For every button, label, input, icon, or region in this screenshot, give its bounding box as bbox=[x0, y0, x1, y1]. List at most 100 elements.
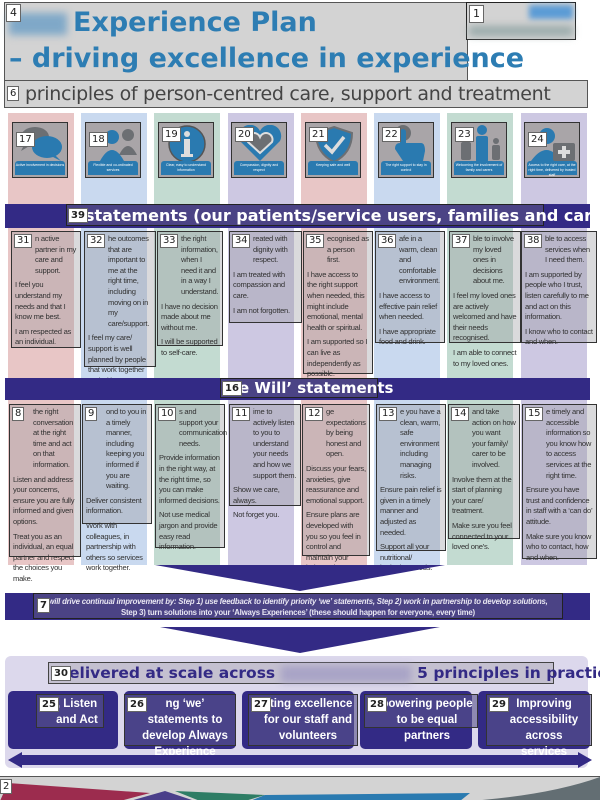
card-tag: 35 bbox=[306, 234, 325, 248]
principle-caption: Clear, easy to understand information bbox=[161, 161, 211, 175]
region-tag: 39 bbox=[68, 208, 88, 223]
practice-tag: 29 bbox=[489, 697, 509, 712]
card-tag: 37 bbox=[452, 234, 471, 248]
double-arrow bbox=[8, 752, 592, 768]
practice-label: 28 powering people to be equal partners bbox=[364, 694, 478, 742]
principle-tag: 23 bbox=[455, 127, 474, 142]
statement-text: I am supported by people who I trust, li… bbox=[525, 269, 589, 322]
principle-tag: 22 bbox=[382, 127, 401, 142]
principle-tile: 18 Flexible and co-ordinated services bbox=[85, 122, 141, 178]
practice-label: 29 Improving accessibility across service… bbox=[486, 694, 592, 758]
statement-text: I am treated with compassion and care. bbox=[233, 269, 285, 300]
principle-caption: Active involvement in decisions bbox=[15, 161, 65, 175]
statement-text: I have no decision made about me without… bbox=[161, 301, 218, 332]
down-arrow bbox=[155, 565, 445, 591]
card-tag: 36 bbox=[378, 234, 397, 248]
title-box: 4 Experience Plan – driving excellence i… bbox=[4, 2, 524, 84]
principle-caption: Compassion, dignity and respect bbox=[234, 161, 284, 175]
statement-text: I am respected as an individual. bbox=[15, 326, 72, 347]
statement-text: Listen and address your concerns, ensure… bbox=[13, 474, 75, 526]
logo: 1 bbox=[466, 2, 576, 40]
principles-heading: 6 principles of person-centred care, sup… bbox=[4, 80, 588, 108]
card-tag: 33 bbox=[160, 234, 179, 248]
statement-text: I feel my loved ones are actively welcom… bbox=[453, 290, 517, 343]
statement-text: Discuss your fears, anxieties, give reas… bbox=[306, 463, 366, 505]
delivery-title-end: 5 principles in practice bbox=[417, 664, 600, 682]
practice-label: 25, Listen and Act bbox=[36, 694, 104, 728]
card-tag: 14 bbox=[451, 407, 470, 421]
statement-card: 9 ond to you in a timely manner, includin… bbox=[82, 404, 152, 572]
statement-text: Ensure pain relief is given in a timely … bbox=[380, 485, 442, 537]
down-arrow bbox=[160, 627, 440, 653]
card-tag: 38 bbox=[524, 234, 543, 248]
principle-tag: 24 bbox=[528, 132, 547, 147]
practice-label: 27 ating excellence for our staff and vol… bbox=[248, 694, 358, 746]
region-tag: 7 bbox=[37, 598, 50, 613]
card-tag: 9 bbox=[85, 407, 98, 421]
region-tag: 16 bbox=[222, 381, 242, 396]
statement-text: Not forget you. bbox=[233, 510, 280, 520]
statement-card: 37 ble to involve my loved ones in decisi… bbox=[449, 231, 521, 368]
practice-label: 26 ng ‘we’ statements to develop Always E… bbox=[124, 694, 236, 758]
logo-mark bbox=[529, 5, 573, 19]
statement-card: 12 ge expectations by being honest and op… bbox=[302, 404, 370, 572]
principle-caption: Keeping safe and well bbox=[308, 161, 358, 175]
we-will-title: e Will’ statements bbox=[239, 379, 394, 397]
statement-text: I know who to contact and when. bbox=[525, 326, 593, 347]
statement-text: Show we care, always. bbox=[233, 485, 280, 505]
principle-caption: Flexible and co-ordinated services bbox=[88, 161, 138, 175]
principle-tag: 17 bbox=[16, 132, 35, 147]
statement-text: Treat you as an individual, an equal par… bbox=[13, 531, 75, 583]
statement-text: I am able to connect to my loved ones. bbox=[453, 347, 517, 368]
improvement-line-2: Step 3) turn solutions into your ‘Always… bbox=[121, 608, 475, 617]
principle-tile: 22 The right support to stay in control bbox=[378, 122, 434, 178]
principle-tag: 20 bbox=[235, 127, 254, 142]
card-tag: 10 bbox=[158, 407, 177, 421]
card-tag: 34 bbox=[232, 234, 251, 248]
card-tag: 15 bbox=[525, 407, 544, 421]
principle-tile: 24 Access to the right care, at the righ… bbox=[524, 122, 580, 178]
page-subtitle: – driving excellence in experience bbox=[9, 43, 525, 74]
statement-card: 11 ime to actively listen to you to under… bbox=[229, 404, 301, 519]
improvement-text: 7 will drive continual improvement by: S… bbox=[33, 593, 563, 619]
region-tag: 1 bbox=[469, 5, 484, 23]
statement-text: I have access to the right support when … bbox=[307, 269, 365, 332]
statement-text: I have appropriate food and drink. bbox=[379, 326, 436, 347]
principle-tag: 18 bbox=[89, 132, 108, 147]
statement-text: he outcomes that are important to me at … bbox=[108, 234, 150, 328]
statement-card: 15 e timely and accessible information so… bbox=[522, 404, 597, 562]
statement-card: 35 ecognised as a person first. I have acc… bbox=[303, 231, 373, 378]
principle-tile: 21 Keeping safe and well bbox=[305, 122, 361, 178]
principle-caption: Welcoming the involvement of family and … bbox=[454, 161, 504, 175]
redacted-org-name bbox=[281, 665, 412, 682]
card-tag: 8 bbox=[12, 407, 25, 421]
statement-text: I am not forgotten. bbox=[233, 305, 290, 315]
statement-card: 33 the right information, when I need it … bbox=[157, 231, 223, 357]
principle-tag: 21 bbox=[309, 127, 328, 142]
principle-tile: 19 Clear, easy to understand information bbox=[158, 122, 214, 178]
delivery-title-start: elivered at scale across bbox=[69, 664, 276, 682]
we-statements-heading: 39 statements (our patients/service user… bbox=[66, 204, 600, 226]
statement-card: 38 ble to access services when I need the… bbox=[521, 231, 597, 346]
statement-card: 14 and take action on how you want your f… bbox=[448, 404, 520, 551]
statement-text: I will be supported to self-care. bbox=[161, 337, 218, 357]
statement-text: Involve them at the start of planning yo… bbox=[452, 474, 512, 516]
practice-tag: 27 bbox=[251, 697, 271, 712]
principle-caption: Access to the right care, at the right t… bbox=[527, 161, 577, 177]
region-tag: 30 bbox=[51, 666, 71, 681]
card-tag: 12 bbox=[305, 407, 324, 421]
statement-text: Make sure you know who to contact, how a… bbox=[526, 531, 592, 562]
statement-text: Deliver consistent information. bbox=[86, 495, 142, 516]
principle-tag: 19 bbox=[162, 127, 181, 142]
card-tag: 11 bbox=[232, 407, 251, 421]
practice-tag: 28 bbox=[367, 697, 387, 712]
statement-card: 34 reated with dignity with respect. I am … bbox=[229, 231, 302, 323]
region-tag: 2 bbox=[0, 779, 13, 794]
card-tag: 32 bbox=[87, 234, 106, 248]
principle-tile: 17 Active involvement in decisions bbox=[12, 122, 68, 178]
statement-text: Not use medical jargon and provide easy … bbox=[159, 510, 218, 552]
statement-card: 36 afe in a warm, clean and comfortable e… bbox=[375, 231, 445, 346]
statement-text: Provide information in the right way, at… bbox=[159, 453, 220, 505]
statement-card: 13 e you have a clean, warm, safe environ… bbox=[376, 404, 446, 572]
principle-tile: 23 Welcoming the involvement of family a… bbox=[451, 122, 507, 178]
